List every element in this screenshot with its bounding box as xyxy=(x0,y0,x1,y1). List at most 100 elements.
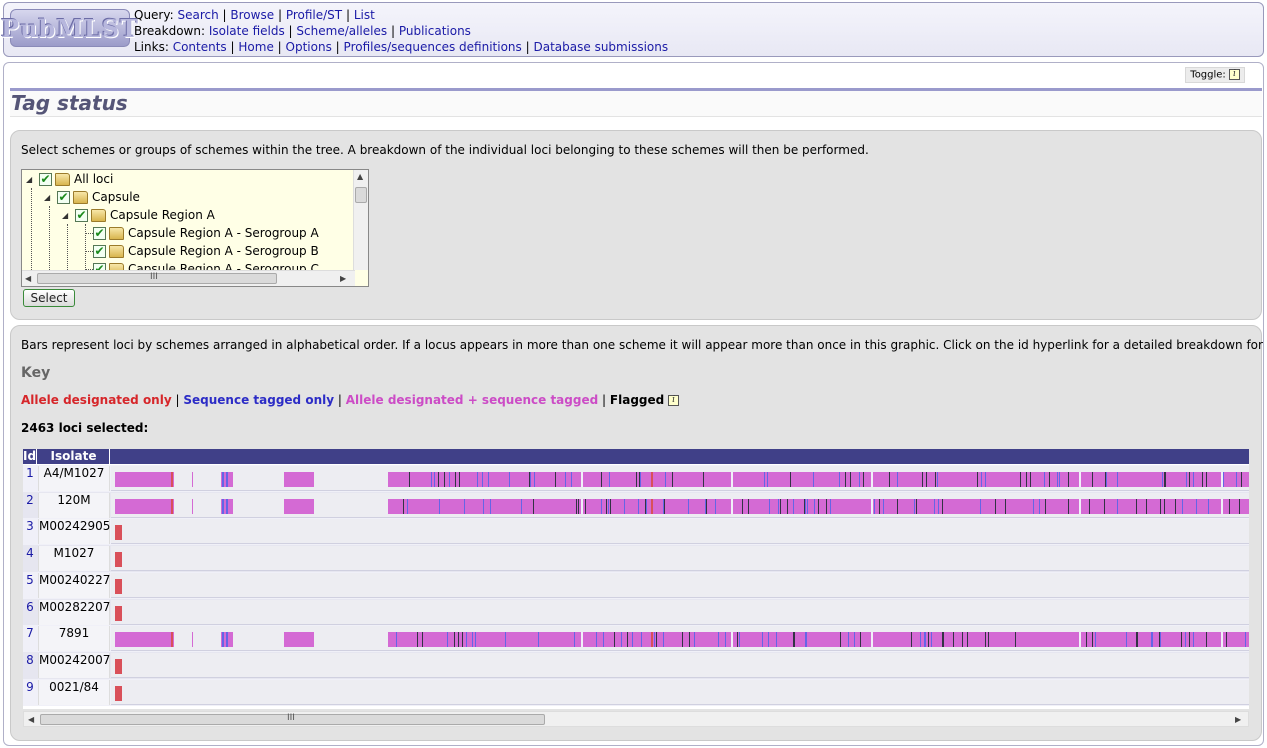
tree-node-label[interactable]: Capsule Region A - Serogroup B xyxy=(128,244,319,258)
scroll-thumb[interactable] xyxy=(355,187,367,203)
locus-bar-sequence-only xyxy=(854,632,855,648)
row-id-cell: 3 xyxy=(23,519,37,544)
row-id-cell: 1 xyxy=(23,466,37,491)
locus-bar-sequence-only xyxy=(807,498,808,514)
locus-bar-sequence-only xyxy=(472,632,473,648)
locus-bar-sequence-only xyxy=(596,632,597,648)
scheme-tree[interactable]: ◢ ✔ All loci ◢ ✔ Capsule ◢ ✔ Capsule Reg… xyxy=(21,169,369,287)
locus-bar-flagged xyxy=(916,498,917,514)
locus-bar-sequence-only xyxy=(805,632,806,648)
locus-bar-allele-only xyxy=(115,658,122,674)
info-icon[interactable]: i xyxy=(1229,69,1240,80)
locus-bar-flagged xyxy=(1104,498,1105,514)
tree-node-serogroup-a[interactable]: ✔ Capsule Region A - Serogroup A xyxy=(90,224,319,242)
pubmlst-logo[interactable]: PubMLST xyxy=(1,9,138,47)
locus-bar-flagged xyxy=(995,498,996,514)
scroll-thumb[interactable]: III xyxy=(40,713,545,725)
scroll-thumb[interactable]: III xyxy=(37,272,277,284)
tree-node-serogroup-b[interactable]: ✔ Capsule Region A - Serogroup B xyxy=(90,242,319,260)
expand-triangle-icon[interactable]: ◢ xyxy=(44,193,54,202)
locus-bar-flagged xyxy=(840,632,841,648)
isolate-id-link[interactable]: 1 xyxy=(26,466,34,480)
loci-bar-cell xyxy=(111,466,1249,491)
link-profiles-definitions[interactable]: Profiles/sequences definitions xyxy=(344,40,522,54)
toggle-control[interactable]: Toggle: i xyxy=(1185,67,1245,83)
link-search[interactable]: Search xyxy=(177,8,218,22)
locus-bar-flagged xyxy=(636,472,637,487)
link-database-submissions[interactable]: Database submissions xyxy=(534,40,669,54)
locus-bar-flagged xyxy=(1020,472,1021,487)
isolate-id-link[interactable]: 3 xyxy=(26,519,34,533)
isolate-id-link[interactable]: 8 xyxy=(26,653,34,667)
scroll-right-icon[interactable]: ▶ xyxy=(1235,715,1241,724)
locus-bar-flagged xyxy=(737,632,738,648)
locus-bar-sequence-only xyxy=(1236,472,1237,487)
scroll-left-icon[interactable]: ◀ xyxy=(28,715,34,724)
locus-bar-sequence-only xyxy=(222,632,224,648)
link-browse[interactable]: Browse xyxy=(230,8,274,22)
tree-node-all-loci[interactable]: ◢ ✔ All loci xyxy=(26,170,113,188)
isolate-id-link[interactable]: 4 xyxy=(26,546,34,560)
link-home[interactable]: Home xyxy=(238,40,273,54)
toggle-label: Toggle: xyxy=(1190,69,1226,81)
tree-vertical-scrollbar[interactable]: ▲ xyxy=(353,170,368,270)
locus-bar-flagged xyxy=(1105,472,1106,487)
locus-bar-sequence-only xyxy=(1185,632,1186,648)
scroll-left-icon[interactable]: ◀ xyxy=(25,274,31,283)
loci-bar-graphic xyxy=(115,685,122,701)
isolate-id-link[interactable]: 2 xyxy=(26,493,34,507)
table-horizontal-scrollbar[interactable]: ◀ III ▶ xyxy=(23,711,1249,727)
locus-bar-sequence-only xyxy=(1193,472,1194,487)
locus-bar-sequence-only xyxy=(434,472,435,487)
checkbox-checked-icon[interactable]: ✔ xyxy=(93,244,106,258)
locus-bar-sequence-only xyxy=(222,498,224,514)
select-button[interactable]: Select xyxy=(23,289,75,307)
expand-triangle-icon[interactable]: ◢ xyxy=(26,175,36,184)
checkbox-checked-icon[interactable]: ✔ xyxy=(93,226,106,240)
link-profile-st[interactable]: Profile/ST xyxy=(286,8,342,22)
tree-node-capsule-region-a[interactable]: ◢ ✔ Capsule Region A xyxy=(62,206,215,224)
loci-bar-graphic xyxy=(115,552,122,568)
info-icon[interactable]: i xyxy=(668,395,680,406)
checkbox-checked-icon[interactable]: ✔ xyxy=(57,190,70,204)
isolate-name: 120M xyxy=(38,492,110,518)
tree-node-label[interactable]: All loci xyxy=(74,172,113,186)
links-label: Links: xyxy=(134,40,169,54)
locus-bar-flagged xyxy=(942,498,943,514)
locus-bar-flagged xyxy=(529,472,530,487)
locus-bar-sequence-only xyxy=(665,472,666,487)
locus-bar-flagged xyxy=(1206,632,1207,648)
locus-bar-flagged xyxy=(1160,498,1161,514)
link-scheme-alleles[interactable]: Scheme/alleles xyxy=(296,24,387,38)
tree-node-label[interactable]: Capsule Region A xyxy=(110,208,215,222)
locus-bar-flagged xyxy=(935,472,936,487)
locus-bar-sequence-only xyxy=(1044,472,1045,487)
tree-node-capsule[interactable]: ◢ ✔ Capsule xyxy=(44,188,140,206)
locus-bar-flagged xyxy=(1030,472,1031,487)
link-contents[interactable]: Contents xyxy=(173,40,227,54)
locus-bar-flagged xyxy=(793,632,794,648)
checkbox-checked-icon[interactable]: ✔ xyxy=(75,208,88,222)
isolate-id-link[interactable]: 9 xyxy=(26,680,34,694)
locus-bar-allele-only xyxy=(651,472,653,487)
link-list[interactable]: List xyxy=(354,8,375,22)
locus-bar-sequence-only xyxy=(1196,498,1197,514)
link-isolate-fields[interactable]: Isolate fields xyxy=(209,24,285,38)
checkbox-checked-icon[interactable]: ✔ xyxy=(39,172,52,186)
locus-bar-flagged xyxy=(1049,472,1050,487)
locus-bar-sequence-only xyxy=(937,472,938,487)
expand-triangle-icon[interactable]: ◢ xyxy=(62,211,72,220)
isolate-id-link[interactable]: 7 xyxy=(26,626,34,640)
locus-bar-sequence-only xyxy=(934,498,935,514)
scroll-up-icon[interactable]: ▲ xyxy=(357,172,363,181)
locus-bar-flagged xyxy=(689,632,690,648)
isolate-id-link[interactable]: 6 xyxy=(26,600,34,614)
isolate-id-link[interactable]: 5 xyxy=(26,573,34,587)
locus-bar-sequence-only xyxy=(694,632,695,648)
tree-node-label[interactable]: Capsule xyxy=(92,190,140,204)
link-options[interactable]: Options xyxy=(286,40,332,54)
tree-horizontal-scrollbar[interactable]: ◀ III ▶ xyxy=(22,270,355,286)
tree-node-label[interactable]: Capsule Region A - Serogroup A xyxy=(128,226,319,240)
scroll-right-icon[interactable]: ▶ xyxy=(340,274,346,283)
link-publications[interactable]: Publications xyxy=(399,24,471,38)
